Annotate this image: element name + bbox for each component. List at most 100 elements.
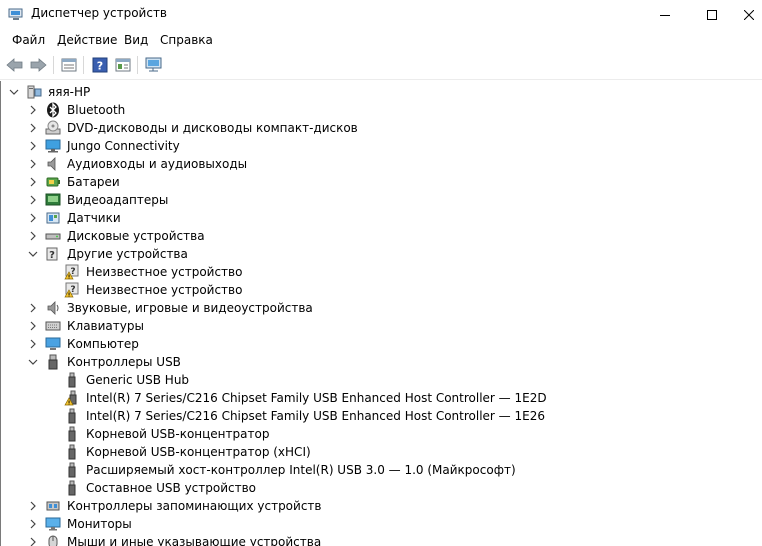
chevron-right-icon[interactable]: [28, 105, 38, 115]
title-bar: Диспетчер устройств: [0, 0, 762, 29]
tree-item[interactable]: Intel(R) 7 Series/C216 Chipset Family US…: [1, 407, 762, 425]
tree-item[interactable]: Контроллеры запоминающих устройств: [1, 497, 762, 515]
monitor-scan-icon[interactable]: [144, 56, 164, 74]
tree-item[interactable]: Видеоадаптеры: [1, 191, 762, 209]
speaker-icon: [45, 156, 61, 172]
chevron-right-icon[interactable]: [28, 519, 38, 529]
minimize-button[interactable]: [642, 0, 688, 29]
tree-item[interactable]: Мониторы: [1, 515, 762, 533]
tree-item[interactable]: ? Неизвестное устройство: [1, 281, 762, 299]
usb-plug-icon: [64, 426, 80, 442]
tree-item[interactable]: Jungo Connectivity: [1, 137, 762, 155]
chevron-right-icon[interactable]: [28, 141, 38, 151]
toolbar-separator: [53, 56, 54, 74]
tree-item-label: Расширяемый хост-контроллер Intel(R) USB…: [86, 463, 516, 477]
keyboard-icon: [45, 318, 61, 334]
details-icon[interactable]: [113, 56, 133, 74]
menu-file[interactable]: Файл: [12, 33, 45, 47]
tree-item[interactable]: Звуковые, игровые и видеоустройства: [1, 299, 762, 317]
svg-text:?: ?: [97, 60, 103, 73]
tree-item[interactable]: Корневой USB-концентратор: [1, 425, 762, 443]
chevron-right-icon[interactable]: [28, 177, 38, 187]
chevron-right-icon[interactable]: [28, 231, 38, 241]
chevron-right-icon[interactable]: [28, 339, 38, 349]
tree-item-label: Мыши и иные указывающие устройства: [67, 535, 322, 546]
help-icon[interactable]: ?: [90, 56, 110, 74]
tree-item-label: Jungo Connectivity: [67, 139, 180, 153]
battery-icon: [45, 174, 61, 190]
chevron-right-icon[interactable]: [28, 159, 38, 169]
storage-controller-icon: [45, 498, 61, 514]
tree-item-label: Корневой USB-концентратор (xHCI): [86, 445, 311, 459]
close-button[interactable]: [736, 0, 762, 29]
tree-item-label: DVD-дисководы и дисководы компакт-дисков: [67, 121, 358, 135]
tree-item[interactable]: Батареи: [1, 173, 762, 191]
menu-help[interactable]: Справка: [160, 33, 213, 47]
tree-item-label: Звуковые, игровые и видеоустройства: [67, 301, 313, 315]
back-icon[interactable]: [5, 56, 25, 74]
tree-item-label: Дисковые устройства: [67, 229, 205, 243]
tree-item-label: Батареи: [67, 175, 120, 189]
tree-item[interactable]: Компьютер: [1, 335, 762, 353]
tree-root-label: яяя-HP: [48, 85, 91, 99]
tree-item[interactable]: Клавиатуры: [1, 317, 762, 335]
tree-item[interactable]: Контроллеры USB: [1, 353, 762, 371]
tree-item[interactable]: Intel(R) 7 Series/C216 Chipset Family US…: [1, 389, 762, 407]
chevron-right-icon[interactable]: [28, 321, 38, 331]
toolbar: ?: [0, 51, 762, 80]
tree-root[interactable]: яяя-HP: [1, 83, 762, 101]
device-tree[interactable]: яяя-HP Bluetooth DVD-дисководы и дисковод…: [0, 81, 762, 546]
tree-item[interactable]: Расширяемый хост-контроллер Intel(R) USB…: [1, 461, 762, 479]
tree-item-label: Intel(R) 7 Series/C216 Chipset Family US…: [86, 391, 547, 405]
usb-plug-icon: [64, 462, 80, 478]
usb-icon: [45, 354, 61, 370]
tree-item-label: Аудиовходы и аудиовыходы: [67, 157, 248, 171]
chevron-down-icon[interactable]: [9, 87, 19, 97]
tree-item-label: Контроллеры USB: [67, 355, 181, 369]
forward-icon[interactable]: [28, 56, 48, 74]
tree-item-label: Неизвестное устройство: [86, 265, 243, 279]
display-adapter-icon: [45, 192, 61, 208]
tree-item[interactable]: Мыши и иные указывающие устройства: [1, 533, 762, 546]
chevron-right-icon[interactable]: [28, 213, 38, 223]
tree-item[interactable]: Дисковые устройства: [1, 227, 762, 245]
tree-item-label: Компьютер: [67, 337, 139, 351]
tree-item[interactable]: ? Другие устройства: [1, 245, 762, 263]
chevron-right-icon[interactable]: [28, 303, 38, 313]
bluetooth-icon: [45, 102, 61, 118]
tree-item-label: Мониторы: [67, 517, 132, 531]
mouse-icon: [45, 534, 61, 546]
chevron-down-icon[interactable]: [28, 249, 38, 259]
tree-item[interactable]: Корневой USB-концентратор (xHCI): [1, 443, 762, 461]
tree-item-label: Составное USB устройство: [86, 481, 257, 495]
properties-icon[interactable]: [59, 56, 79, 74]
tree-item[interactable]: ? Неизвестное устройство: [1, 263, 762, 281]
tree-item[interactable]: Аудиовходы и аудиовыходы: [1, 155, 762, 173]
tree-item[interactable]: Generic USB Hub: [1, 371, 762, 389]
other-devices-icon: ?: [45, 246, 61, 262]
tree-item-label: Видеоадаптеры: [67, 193, 169, 207]
tree-item-label: Generic USB Hub: [86, 373, 190, 387]
chevron-right-icon[interactable]: [28, 537, 38, 546]
maximize-button[interactable]: [689, 0, 735, 29]
toolbar-separator: [83, 56, 84, 74]
menu-view[interactable]: Вид: [124, 33, 148, 47]
jungo-icon: [45, 138, 61, 154]
tree-item-label: Датчики: [67, 211, 121, 225]
tree-item-label: Корневой USB-концентратор: [86, 427, 270, 441]
chevron-down-icon[interactable]: [28, 357, 38, 367]
tree-item[interactable]: Датчики: [1, 209, 762, 227]
tree-item-label: Другие устройства: [67, 247, 188, 261]
sensor-icon: [45, 210, 61, 226]
menu-action[interactable]: Действие: [57, 33, 117, 47]
tree-item[interactable]: DVD-дисководы и дисководы компакт-дисков: [1, 119, 762, 137]
tree-item-label: Клавиатуры: [67, 319, 144, 333]
chevron-right-icon[interactable]: [28, 501, 38, 511]
chevron-right-icon[interactable]: [28, 195, 38, 205]
window-title: Диспетчер устройств: [31, 6, 168, 20]
disk-drive-icon: [45, 228, 61, 244]
tree-item[interactable]: Составное USB устройство: [1, 479, 762, 497]
monitor-icon: [45, 516, 61, 532]
tree-item[interactable]: Bluetooth: [1, 101, 762, 119]
chevron-right-icon[interactable]: [28, 123, 38, 133]
